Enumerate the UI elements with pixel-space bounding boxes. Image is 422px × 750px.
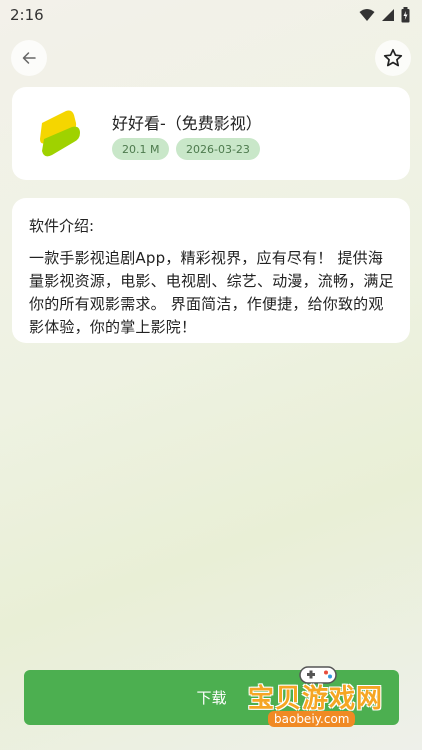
favorite-button[interactable] <box>375 40 411 76</box>
battery-icon <box>401 7 410 23</box>
status-icons <box>359 7 410 23</box>
app-logo <box>40 110 80 157</box>
watermark-url: baobeiy.com <box>268 711 356 727</box>
star-outline-icon <box>383 48 403 67</box>
watermark: 宝贝游戏网 baobeiy.com <box>248 664 396 730</box>
app-name: 好好看-（免费影视） <box>112 114 262 133</box>
intro-card: 软件介绍: 一款手影视追剧App，精彩视界，应有尽有！ 提供海量影视资源，电影、… <box>12 198 410 343</box>
app-date-badge: 2026-03-23 <box>176 138 260 160</box>
app-size-badge: 20.1 M <box>112 138 170 160</box>
back-button[interactable] <box>11 40 47 76</box>
status-bar: 2:16 <box>0 0 422 30</box>
intro-body: 一款手影视追剧App，精彩视界，应有尽有！ 提供海量影视资源，电影、电视剧、综艺… <box>29 249 394 336</box>
wifi-icon <box>359 9 375 21</box>
cellular-signal-icon <box>382 9 394 21</box>
arrow-left-icon <box>22 52 36 64</box>
app-info-card: 好好看-（免费影视） 20.1 M 2026-03-23 <box>12 87 410 180</box>
download-label: 下载 <box>196 689 227 707</box>
intro-heading: 软件介绍: <box>29 217 95 235</box>
status-time: 2:16 <box>10 6 44 24</box>
watermark-text: 宝贝游戏网 <box>248 684 384 714</box>
